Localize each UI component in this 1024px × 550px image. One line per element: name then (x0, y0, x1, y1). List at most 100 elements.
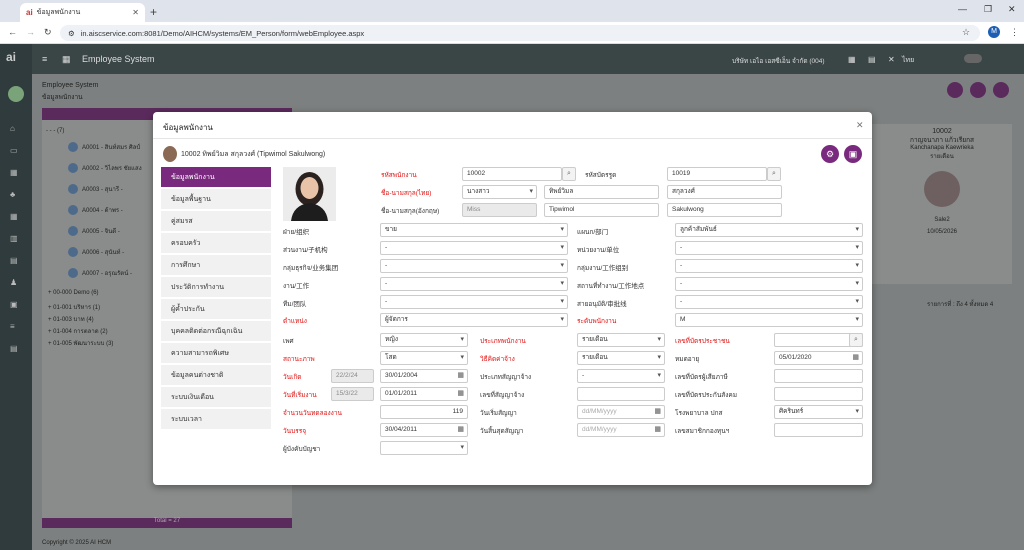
search-icon[interactable]: ⌕ (562, 167, 576, 181)
menu-item[interactable]: บุคคลติดต่อกรณีฉุกเฉิน (161, 321, 271, 343)
menu-item[interactable]: คู่สมรส (161, 211, 271, 233)
chat-icon[interactable]: ▭ (10, 146, 22, 155)
restore-icon[interactable]: ❐ (984, 4, 992, 15)
settings-circle-button[interactable] (947, 82, 963, 98)
theme-toggle[interactable] (964, 54, 982, 63)
prefix-th-select[interactable]: นางสาว (462, 185, 537, 199)
confirm-field[interactable]: 30/04/2011 ▦ (380, 423, 468, 437)
calendar-icon[interactable]: ▦ (457, 370, 464, 382)
tree-group[interactable]: + 01-001 บริหาร (1) (48, 302, 100, 312)
chart-icon[interactable]: ▥ (10, 234, 22, 243)
people-icon[interactable]: ♟ (10, 278, 22, 287)
first-en-field[interactable]: Tipwimol (544, 203, 659, 217)
new-tab-button[interactable]: + (150, 5, 157, 19)
team-select[interactable]: - (380, 295, 568, 309)
calendar-icon[interactable]: ▦ (654, 406, 661, 418)
menu-item[interactable]: ผู้ค้ำประกัน (161, 299, 271, 321)
pay-method-select[interactable]: รายเดือน (577, 351, 665, 365)
menu-item[interactable]: ข้อมูลคนต่างชาติ (161, 365, 271, 387)
wgroup-select[interactable]: - (675, 259, 863, 273)
bookmark-star-icon[interactable]: ☆ (962, 27, 970, 38)
tree-item[interactable]: A0004 - ด้าพร - (68, 205, 123, 215)
user-avatar[interactable] (8, 86, 24, 102)
contract-start-field[interactable]: dd/MM/yyyy ▦ (577, 405, 665, 419)
calendar-icon[interactable]: ▦ (457, 424, 464, 436)
contract-no-field[interactable] (577, 387, 665, 401)
calendar-icon[interactable]: ▦ (654, 424, 661, 436)
reload-icon[interactable]: ↻ (44, 27, 52, 38)
menu-item[interactable]: ระบบเงินเดือน (161, 387, 271, 409)
tree-item[interactable]: A0005 - จินดี - (68, 226, 120, 236)
home-icon[interactable]: ⌂ (10, 124, 22, 133)
calendar-icon[interactable]: ▦ (852, 352, 859, 364)
list-icon[interactable]: ≡ (10, 322, 22, 331)
tree-item[interactable]: A0001 - สินท์สมร ศิลป์ (68, 142, 140, 152)
user-circle-button[interactable] (970, 82, 986, 98)
pf-field[interactable] (774, 423, 863, 437)
site-info-icon[interactable]: ⚙ (68, 29, 75, 38)
sso-field[interactable] (774, 387, 863, 401)
menu-item[interactable]: ประวัติการทำงาน (161, 277, 271, 299)
gender-select[interactable]: หญิง (380, 333, 468, 347)
first-th-field[interactable]: ทิพย์วิมล (544, 185, 659, 199)
tree-item[interactable]: A0003 - สุนารี - (68, 184, 123, 194)
url-field[interactable]: ⚙ in.aiscservice.com:8081/Demo/AIHCM/sys… (60, 25, 980, 41)
supervisor-select[interactable] (380, 441, 468, 455)
contract-type-select[interactable]: - (577, 369, 665, 383)
forward-icon[interactable]: → (26, 27, 35, 37)
language-select[interactable]: ไทย (902, 55, 914, 66)
section-select[interactable]: - (380, 241, 568, 255)
org-icon[interactable]: ♣ (10, 190, 22, 199)
doc-icon[interactable]: ▤ (868, 55, 876, 64)
apps-icon[interactable]: ▦ (848, 55, 856, 64)
emp-code-field[interactable]: 10002 (462, 167, 562, 181)
tree-root[interactable]: - - - (7) (46, 128, 64, 134)
search-icon[interactable]: ⌕ (849, 333, 863, 347)
dept-select[interactable]: ลูกค้าสัมพันธ์ (675, 223, 863, 237)
tree-group[interactable]: + 01-003 บาท (4) (48, 314, 94, 324)
unit-select[interactable]: - (675, 241, 863, 255)
tree-item[interactable]: A0007 - อรุณรัตน์ - (68, 268, 132, 278)
level-select[interactable]: M (675, 313, 863, 327)
job-select[interactable]: - (380, 277, 568, 291)
marital-select[interactable]: โสด (380, 351, 468, 365)
calendar-icon[interactable]: ▦ (10, 168, 22, 177)
menu-item[interactable]: ระบบเวลา (161, 409, 271, 431)
emp-type-select[interactable]: รายเดือน (577, 333, 665, 347)
contract-end-field[interactable]: dd/MM/yyyy ▦ (577, 423, 665, 437)
settings-gear-button[interactable]: ⚙ (821, 145, 839, 163)
menu-item[interactable]: ข้อมูลพื้นฐาน (161, 189, 271, 211)
probation-field[interactable]: 119 (380, 405, 468, 419)
tree-group[interactable]: + 01-005 พัฒนาระบบ (3) (48, 338, 113, 348)
document-icon[interactable]: ▤ (10, 256, 22, 265)
save-button[interactable]: ▣ (844, 145, 862, 163)
last-th-field[interactable]: สกุลวงศ์ (667, 185, 782, 199)
menu-item[interactable]: การศึกษา (161, 255, 271, 277)
menu-item[interactable]: ข้อมูลพนักงาน (161, 167, 271, 189)
workplace-select[interactable]: - (675, 277, 863, 291)
report-icon[interactable]: ▤ (10, 344, 22, 353)
close-icon[interactable]: ✕ (132, 8, 139, 17)
birth-field[interactable]: 30/01/2004 ▦ (380, 369, 468, 383)
tools-icon[interactable]: ✕ (888, 55, 895, 64)
close-window-icon[interactable]: ✕ (1008, 4, 1016, 15)
search-icon[interactable]: ⌕ (767, 167, 781, 181)
tax-id-field[interactable] (774, 369, 863, 383)
money-icon[interactable]: ▣ (10, 300, 22, 309)
tree-group[interactable]: + 00-000 Demo (6) (48, 290, 99, 296)
minimize-icon[interactable]: — (958, 4, 967, 14)
menu-item[interactable]: ความสามารถพิเศษ (161, 343, 271, 365)
hospital-select[interactable]: ศิครินทร์ (774, 405, 863, 419)
add-circle-button[interactable] (993, 82, 1009, 98)
browser-tab[interactable]: ai ข้อมูลพนักงาน ✕ (20, 3, 145, 22)
employee-photo[interactable] (283, 167, 336, 221)
tree-item[interactable]: A0002 - วิไลพร ชัยแสง (68, 163, 142, 173)
calendar2-icon[interactable]: ▦ (10, 212, 22, 221)
calendar-icon[interactable]: ▦ (457, 388, 464, 400)
hamburger-icon[interactable]: ≡ (42, 54, 47, 64)
bgroup-select[interactable]: - (380, 259, 568, 273)
tree-group[interactable]: + 01-004 การตลาด (2) (48, 326, 108, 336)
division-select[interactable]: ขาย (380, 223, 568, 237)
profile-avatar[interactable]: M (988, 26, 1000, 38)
grid-icon[interactable]: ▦ (62, 54, 71, 65)
